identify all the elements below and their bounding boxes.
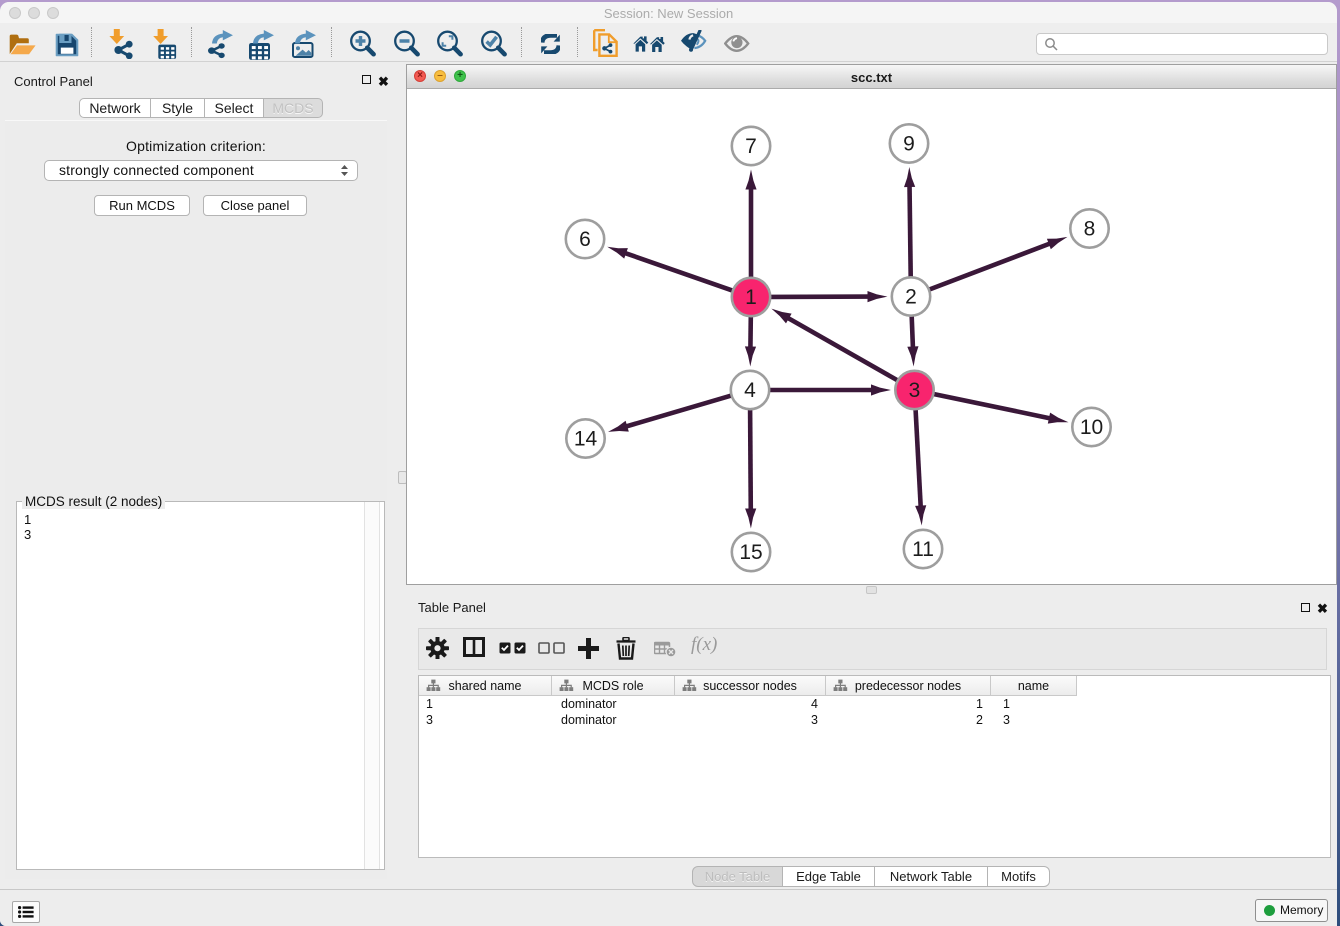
svg-text:14: 14 <box>574 428 598 451</box>
svg-text:3: 3 <box>909 379 921 402</box>
svg-text:8: 8 <box>1084 218 1096 241</box>
svg-text:6: 6 <box>579 228 591 251</box>
svg-text:4: 4 <box>744 379 756 402</box>
svg-text:7: 7 <box>745 135 757 158</box>
svg-text:9: 9 <box>903 133 915 156</box>
svg-text:2: 2 <box>905 286 917 309</box>
svg-text:15: 15 <box>739 541 762 564</box>
svg-text:11: 11 <box>912 538 934 561</box>
svg-text:10: 10 <box>1080 416 1103 439</box>
svg-text:1: 1 <box>745 286 757 309</box>
